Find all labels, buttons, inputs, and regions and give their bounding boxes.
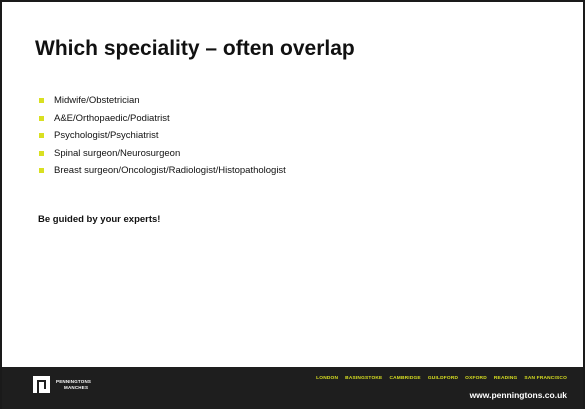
footer-bar: PENNINGTONS MANCHES LONDON BASINGSTOKE C…	[2, 367, 583, 409]
bullet-item: Midwife/Obstetrician	[38, 92, 286, 110]
bullet-item: Breast surgeon/Oncologist/Radiologist/Hi…	[38, 162, 286, 180]
office-guildford: GUILDFORD	[427, 376, 459, 381]
square-bullet-icon	[39, 98, 44, 103]
bullet-item: Spinal surgeon/Neurosurgeon	[38, 145, 286, 163]
slide-title: Which speciality – often overlap	[35, 37, 355, 60]
square-bullet-icon	[39, 115, 44, 121]
office-oxford: OXFORD	[465, 376, 487, 381]
square-bullet-icon	[39, 133, 44, 138]
office-reading: READING	[493, 376, 518, 381]
closing-note: Be guided by your experts!	[38, 214, 161, 225]
slide: Which speciality – often overlap Midwife…	[0, 0, 585, 409]
office-basingstoke: BASINGSTOKE	[345, 376, 383, 381]
penningtons-logo-icon	[33, 376, 50, 393]
logo-line-2: MANCHES	[64, 384, 89, 390]
bullet-list: Midwife/Obstetrician A&E/Orthopaedic/Pod…	[38, 92, 286, 180]
bullet-text: Midwife/Obstetrician	[54, 95, 140, 106]
office-locations: LONDON BASINGSTOKE CAMBRIDGE GUILDFORD O…	[316, 376, 567, 381]
office-cambridge: CAMBRIDGE	[389, 376, 421, 381]
logo-line-1: PENNINGTONS	[56, 378, 92, 384]
website-url: www.penningtons.co.uk	[469, 390, 567, 400]
bullet-text: A&E/Orthopaedic/Podiatrist	[54, 112, 170, 124]
bullet-text: Psychologist/Psychiatrist	[54, 130, 159, 141]
company-logo: PENNINGTONS MANCHES	[33, 376, 91, 393]
logo-wordmark: PENNINGTONS MANCHES	[56, 379, 91, 391]
office-san-francisco: SAN FRANCISCO	[524, 376, 567, 381]
square-bullet-icon	[39, 150, 44, 156]
office-london: LONDON	[316, 376, 339, 381]
bullet-text: Breast surgeon/Oncologist/Radiologist/Hi…	[54, 165, 286, 176]
square-bullet-icon	[39, 168, 44, 173]
bullet-item: A&E/Orthopaedic/Podiatrist	[38, 110, 286, 128]
bullet-text: Spinal surgeon/Neurosurgeon	[54, 147, 181, 159]
bullet-item: Psychologist/Psychiatrist	[38, 127, 286, 145]
